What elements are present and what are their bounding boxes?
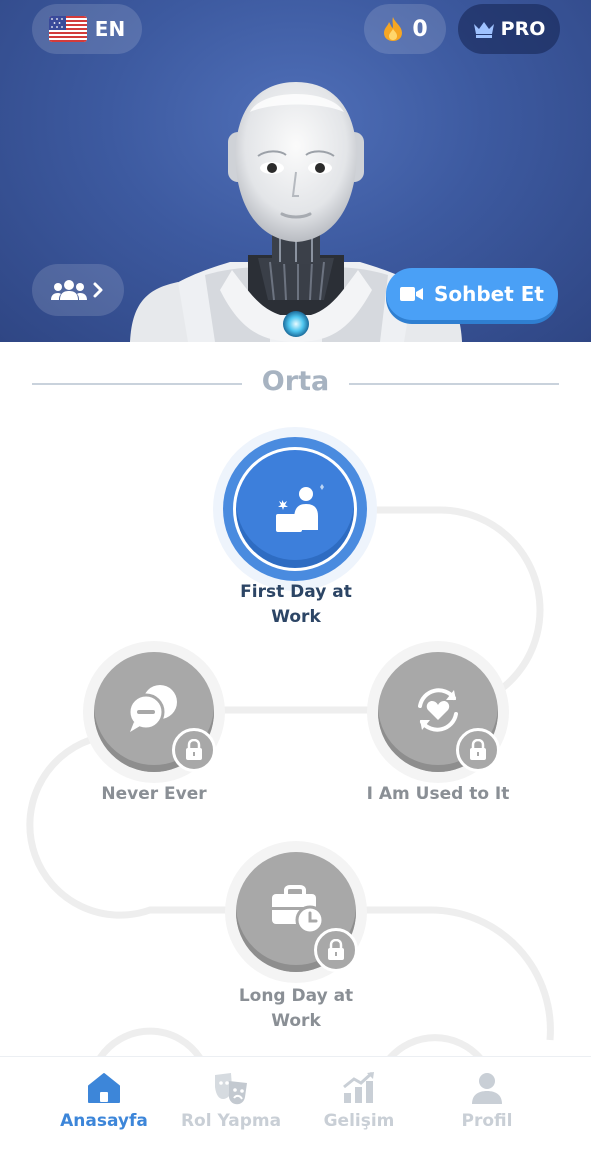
profile-icon: [472, 1073, 502, 1104]
lock-icon: [314, 928, 358, 972]
nav-label: Anasayfa: [60, 1111, 148, 1131]
lesson-title-line2: Work: [271, 607, 321, 627]
nav-label: Profil: [461, 1111, 513, 1131]
bottom-navigation: Anasayfa Rol Yapma Gelişim Profil: [0, 1056, 591, 1151]
lesson-label-first-day: First Day at Work: [196, 580, 396, 630]
lesson-title-line2: Work: [271, 1011, 321, 1031]
nav-item-home[interactable]: Anasayfa: [30, 1057, 178, 1151]
nav-label: Rol Yapma: [180, 1111, 282, 1131]
nav-item-progress[interactable]: Gelişim: [285, 1057, 433, 1151]
lock-icon: [172, 728, 216, 772]
briefcase-clock-icon: [272, 885, 325, 935]
heart-cycle-icon: [418, 688, 458, 732]
lesson-title-line1: Long Day at: [238, 986, 354, 1006]
lesson-label-never-ever: Never Ever: [54, 782, 254, 807]
lesson-title-line1: Never Ever: [101, 784, 207, 804]
lesson-label-long-day: Long Day at Work: [196, 984, 396, 1034]
nav-label: Gelişim: [323, 1111, 395, 1131]
lesson-title-line1: First Day at: [240, 582, 352, 602]
lesson-title-line1: I Am Used to It: [366, 784, 510, 804]
growth-chart-icon: [343, 1071, 374, 1103]
lesson-node-first-day[interactable]: [223, 437, 367, 581]
nav-item-roleplay[interactable]: Rol Yapma: [157, 1057, 305, 1151]
lock-icon: [456, 728, 500, 772]
theater-masks-icon: [215, 1073, 247, 1105]
lesson-label-used-to-it: I Am Used to It: [338, 782, 538, 807]
nav-item-profile[interactable]: Profil: [413, 1057, 561, 1151]
office-desk-icon: [276, 484, 324, 532]
lesson-node-inner: [233, 447, 357, 571]
chat-bubbles-icon: [127, 685, 177, 732]
home-icon: [88, 1073, 120, 1103]
